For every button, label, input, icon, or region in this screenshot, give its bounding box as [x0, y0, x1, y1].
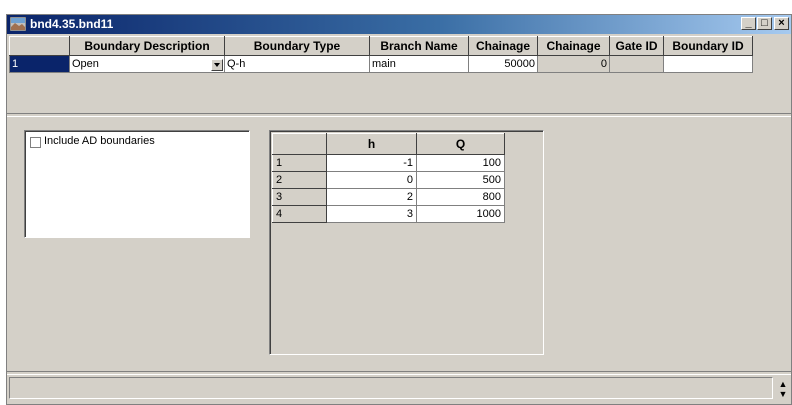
table-row[interactable]: 1 Open Q-h main 50000 0 [9, 55, 753, 73]
row-header[interactable]: 1 [272, 154, 327, 172]
table-row[interactable]: 3 2 800 [272, 188, 505, 206]
title-bar[interactable]: bnd4.35.bnd11 _ □ × [7, 15, 791, 34]
h-cell[interactable]: -1 [326, 154, 417, 172]
col-chainage[interactable]: Chainage [468, 36, 538, 56]
col-h[interactable]: h [326, 133, 417, 155]
gate-id-cell[interactable] [609, 55, 664, 73]
status-divider [7, 371, 791, 375]
dropdown-arrow-icon[interactable] [211, 58, 223, 71]
minimize-button[interactable]: _ [741, 17, 756, 30]
include-ad-checkbox[interactable] [30, 137, 41, 148]
row-header[interactable]: 2 [272, 171, 327, 189]
table-row[interactable]: 4 3 1000 [272, 205, 505, 223]
corner-header[interactable] [9, 36, 70, 56]
hq-header-row: h Q [272, 133, 505, 155]
h-cell[interactable]: 2 [326, 188, 417, 206]
include-ad-label[interactable]: Include AD boundaries [44, 135, 155, 147]
chainage-2-cell[interactable]: 0 [537, 55, 610, 73]
row-header[interactable]: 1 [9, 55, 70, 73]
col-boundary-description[interactable]: Boundary Description [69, 36, 225, 56]
spin-arrows-icon[interactable]: ▲ ▼ [777, 379, 789, 403]
row-header[interactable]: 3 [272, 188, 327, 206]
row-header[interactable]: 4 [272, 205, 327, 223]
boundary-type-cell[interactable]: Q-h [224, 55, 370, 73]
maximize-button[interactable]: □ [757, 17, 772, 30]
q-cell[interactable]: 100 [416, 154, 505, 172]
col-boundary-type[interactable]: Boundary Type [224, 36, 370, 56]
table-row[interactable]: 1 -1 100 [272, 154, 505, 172]
col-gate-id[interactable]: Gate ID [609, 36, 664, 56]
h-cell[interactable]: 3 [326, 205, 417, 223]
q-cell[interactable]: 800 [416, 188, 505, 206]
app-icon [10, 17, 26, 31]
boundary-id-cell[interactable] [663, 55, 753, 73]
h-cell[interactable]: 0 [326, 171, 417, 189]
hq-table: h Q 1 -1 100 2 0 500 3 2 800 4 3 1000 [272, 133, 505, 223]
hq-table-panel: h Q 1 -1 100 2 0 500 3 2 800 4 3 1000 [269, 130, 544, 355]
branch-name-cell[interactable]: main [369, 55, 469, 73]
boundary-description-value: Open [72, 57, 99, 70]
col-q[interactable]: Q [416, 133, 505, 155]
q-cell[interactable]: 500 [416, 171, 505, 189]
boundary-table: Boundary Description Boundary Type Branc… [9, 36, 753, 73]
lower-panel: Include AD boundaries h Q 1 -1 100 2 0 5… [7, 118, 785, 370]
q-cell[interactable]: 1000 [416, 205, 505, 223]
window-title: bnd4.35.bnd11 [30, 17, 114, 31]
chainage-cell[interactable]: 50000 [468, 55, 538, 73]
boundary-header-row: Boundary Description Boundary Type Branc… [9, 36, 753, 56]
panel-divider[interactable] [7, 113, 791, 117]
boundary-window: bnd4.35.bnd11 _ □ × Boundary Description… [6, 14, 792, 405]
col-boundary-id[interactable]: Boundary ID [663, 36, 753, 56]
boundary-description-combo[interactable]: Open [69, 55, 225, 73]
ad-boundaries-panel: Include AD boundaries [24, 130, 250, 238]
status-bar [9, 377, 773, 399]
hq-corner-header[interactable] [272, 133, 327, 155]
col-branch-name[interactable]: Branch Name [369, 36, 469, 56]
close-button[interactable]: × [774, 17, 789, 30]
table-row[interactable]: 2 0 500 [272, 171, 505, 189]
col-chainage-2[interactable]: Chainage [537, 36, 610, 56]
